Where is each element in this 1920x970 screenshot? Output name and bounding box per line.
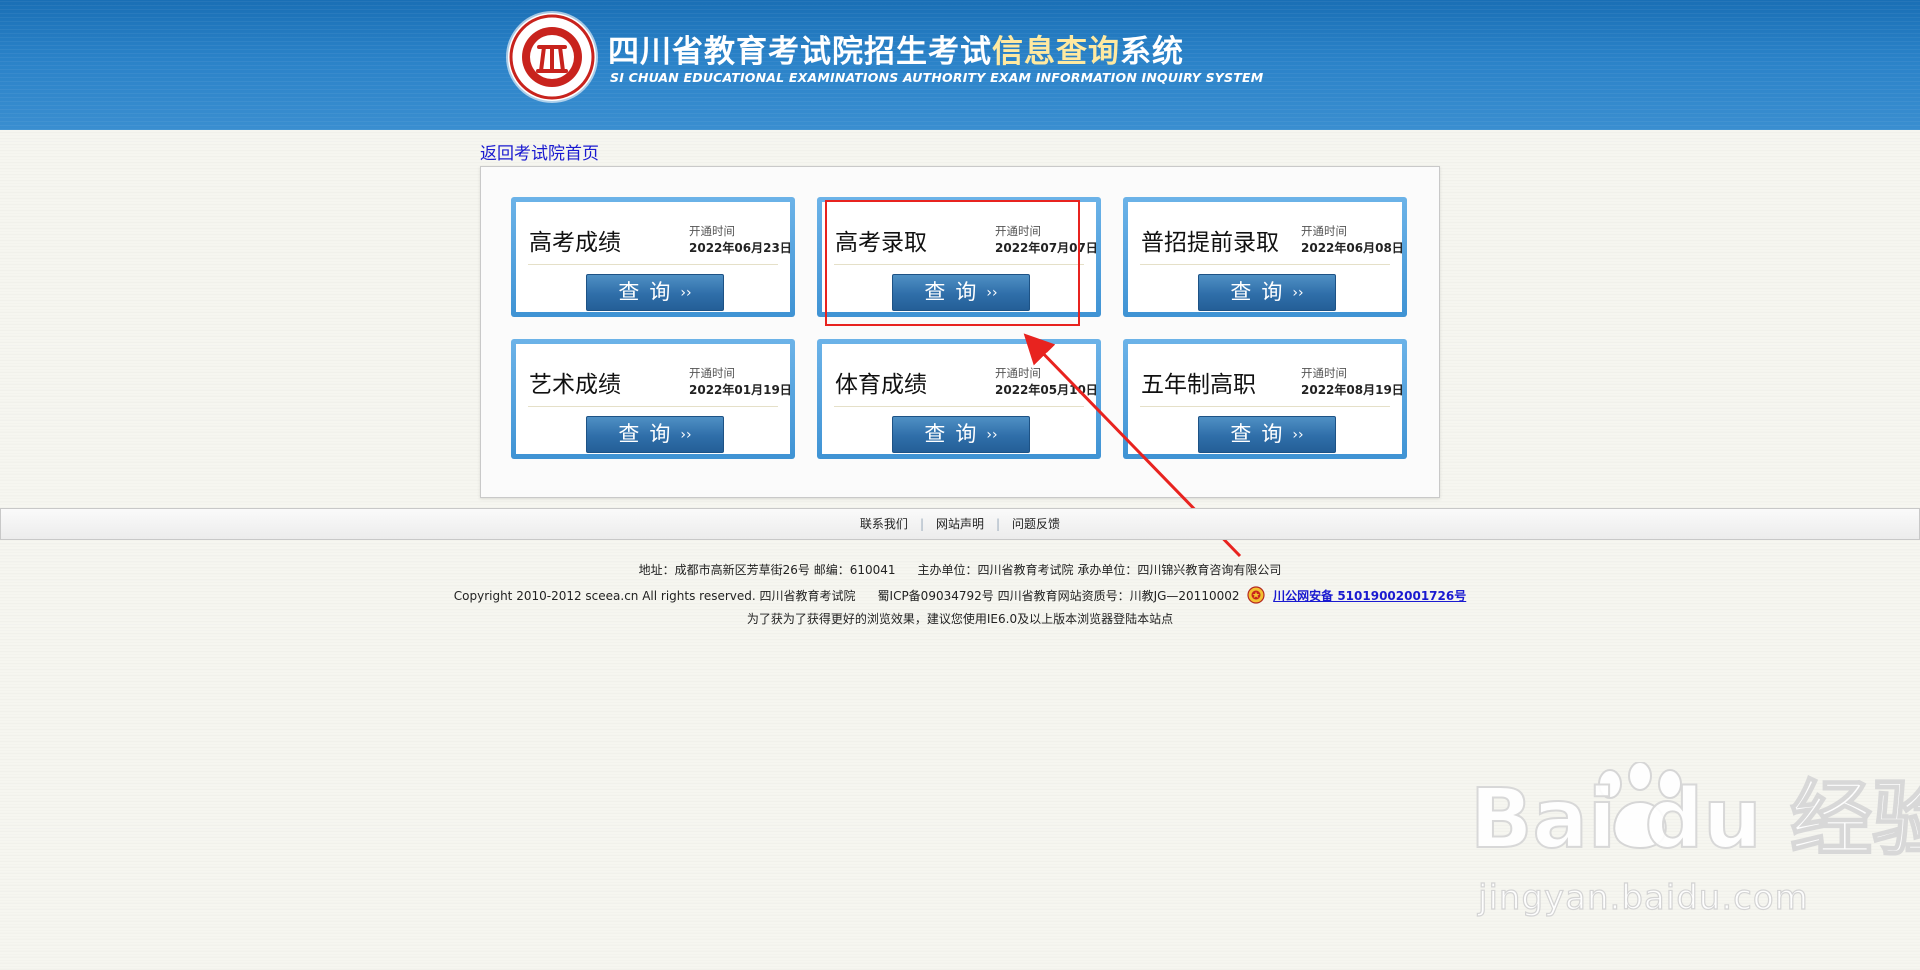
back-home-link[interactable]: 返回考试院首页 bbox=[480, 139, 599, 164]
card-gaokao-score: 高考成绩 开通时间 2022年06月23日 查询›› bbox=[511, 197, 795, 317]
open-date: 2022年06月08日 bbox=[1301, 241, 1404, 255]
query-button-art-score[interactable]: 查询›› bbox=[586, 416, 724, 453]
open-date: 2022年05月10日 bbox=[995, 383, 1098, 397]
double-chevron-right-icon: ›› bbox=[680, 427, 692, 443]
footer-link-feedback[interactable]: 问题反馈 bbox=[1000, 517, 1072, 531]
site-title-tail: 系统 bbox=[1120, 34, 1184, 70]
footer-nav: 联系我们 | 网站声明 | 问题反馈 bbox=[0, 508, 1920, 540]
open-time-label: 开通时间 bbox=[689, 366, 735, 380]
card-body: 普招提前录取 开通时间 2022年06月08日 查询›› bbox=[1128, 202, 1404, 312]
card-body: 五年制高职 开通时间 2022年08月19日 查询›› bbox=[1128, 344, 1404, 454]
open-time-label: 开通时间 bbox=[1301, 224, 1347, 238]
double-chevron-right-icon: ›› bbox=[986, 427, 998, 443]
card-divider bbox=[528, 264, 778, 265]
footer-address-line: 地址：成都市高新区芳草街26号 邮编：610041 主办单位：四川省教育考试院 承… bbox=[0, 561, 1920, 578]
site-title-main: 四川省教育考试院招生考试 bbox=[608, 34, 992, 70]
footer-link-statement[interactable]: 网站声明 bbox=[924, 517, 996, 531]
footer-copyright-line: Copyright 2010-2012 sceea.cn All rights … bbox=[0, 586, 1920, 604]
open-time-label: 开通时间 bbox=[1301, 366, 1347, 380]
footer-address: 地址：成都市高新区芳草街26号 邮编：610041 bbox=[638, 563, 896, 577]
card-divider bbox=[1140, 264, 1390, 265]
footer-browser-tip: 为了获为了获得更好的浏览效果，建议您使用IE6.0及以上版本浏览器登陆本站点 bbox=[746, 612, 1174, 626]
query-button-label: 查询 bbox=[618, 422, 681, 446]
baidu-watermark: Bai du 经验 bbox=[1469, 771, 1920, 868]
card-title: 高考成绩 bbox=[529, 230, 621, 256]
open-date: 2022年01月19日 bbox=[689, 383, 792, 397]
footer-link-contact[interactable]: 联系我们 bbox=[848, 517, 920, 531]
site-title-highlight: 信息查询 bbox=[992, 34, 1120, 70]
open-date: 2022年06月23日 bbox=[689, 241, 792, 255]
double-chevron-right-icon: ›› bbox=[680, 285, 692, 301]
card-divider bbox=[834, 406, 1084, 407]
card-body: 高考成绩 开通时间 2022年06月23日 查询›› bbox=[516, 202, 792, 312]
sceea-logo-icon[interactable] bbox=[508, 13, 596, 101]
card-title: 普招提前录取 bbox=[1141, 230, 1279, 256]
footer-copyright: Copyright 2010-2012 sceea.cn All rights … bbox=[453, 589, 856, 603]
open-date: 2022年08月19日 bbox=[1301, 383, 1404, 397]
query-button-label: 查询 bbox=[1230, 422, 1293, 446]
card-five-year-vocational: 五年制高职 开通时间 2022年08月19日 查询›› bbox=[1123, 339, 1407, 459]
beian-link[interactable]: 川公网安备 51019002001726号 bbox=[1273, 589, 1466, 603]
query-button-sports-score[interactable]: 查询›› bbox=[892, 416, 1030, 453]
police-badge-icon bbox=[1247, 586, 1265, 604]
card-divider bbox=[1140, 406, 1390, 407]
baidu-watermark-url: jingyan.baidu.com bbox=[1477, 877, 1809, 918]
card-sports-score: 体育成绩 开通时间 2022年05月10日 查询›› bbox=[817, 339, 1101, 459]
card-title: 体育成绩 bbox=[835, 372, 927, 398]
site-title-en: SI CHUAN EDUCATIONAL EXAMINATIONS AUTHOR… bbox=[610, 70, 1264, 85]
card-art-score: 艺术成绩 开通时间 2022年01月19日 查询›› bbox=[511, 339, 795, 459]
card-title: 艺术成绩 bbox=[529, 372, 621, 398]
double-chevron-right-icon: ›› bbox=[1292, 427, 1304, 443]
query-button-label: 查询 bbox=[1230, 280, 1293, 304]
card-body: 艺术成绩 开通时间 2022年01月19日 查询›› bbox=[516, 344, 792, 454]
card-title: 五年制高职 bbox=[1141, 372, 1256, 398]
query-button-label: 查询 bbox=[618, 280, 681, 304]
open-time-label: 开通时间 bbox=[995, 366, 1041, 380]
card-divider bbox=[528, 406, 778, 407]
card-body: 体育成绩 开通时间 2022年05月10日 查询›› bbox=[822, 344, 1098, 454]
query-button-label: 查询 bbox=[924, 422, 987, 446]
query-button-gaokao-score[interactable]: 查询›› bbox=[586, 274, 724, 311]
query-button-early-admission[interactable]: 查询›› bbox=[1198, 274, 1336, 311]
footer-host: 主办单位：四川省教育考试院 承办单位：四川锦兴教育咨询有限公司 bbox=[917, 563, 1282, 577]
site-title: 四川省教育考试院招生考试信息查询系统 bbox=[608, 26, 1184, 71]
annotation-highlight-box bbox=[825, 200, 1080, 326]
site-header: 四川省教育考试院招生考试信息查询系统 SI CHUAN EDUCATIONAL … bbox=[0, 0, 1920, 130]
query-button-five-year-vocational[interactable]: 查询›› bbox=[1198, 416, 1336, 453]
open-time-label: 开通时间 bbox=[689, 224, 735, 238]
footer-icp: 蜀ICP备09034792号 四川省教育网站资质号：川教JG—20110002 bbox=[877, 589, 1240, 603]
card-early-admission: 普招提前录取 开通时间 2022年06月08日 查询›› bbox=[1123, 197, 1407, 317]
double-chevron-right-icon: ›› bbox=[1292, 285, 1304, 301]
